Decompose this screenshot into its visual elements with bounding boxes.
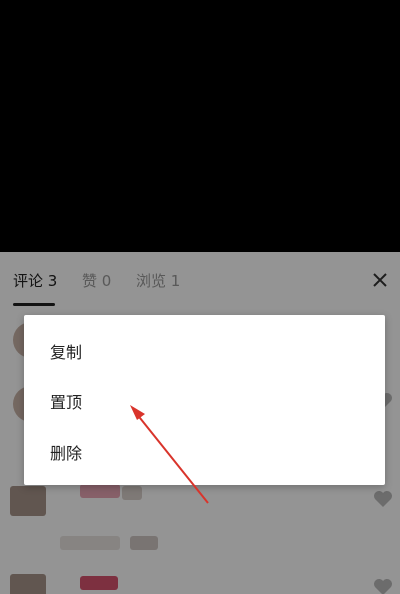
modal-overlay[interactable] (0, 0, 400, 594)
menu-item-delete[interactable]: 删除 (24, 426, 385, 476)
comment-action-menu: 复制 置顶 删除 (24, 315, 385, 485)
menu-item-label: 置顶 (50, 393, 83, 412)
menu-item-pin[interactable]: 置顶 (24, 375, 385, 425)
menu-item-label: 复制 (50, 343, 83, 362)
menu-item-copy[interactable]: 复制 (24, 325, 385, 375)
menu-item-label: 删除 (50, 444, 83, 463)
